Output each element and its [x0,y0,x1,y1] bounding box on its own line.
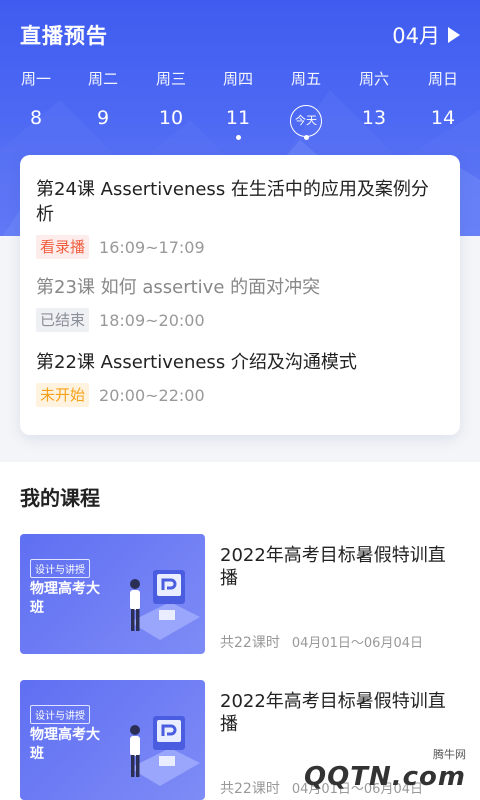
course-title: 2022年高考目标暑假特训直播 [220,691,446,735]
course-hours: 共22课时 [220,781,280,797]
month-label: 04月 [392,24,440,48]
day-thu[interactable]: 周四 11 [213,68,263,140]
lesson-title: 第22课 Assertiveness 介绍及沟通模式 [36,352,357,373]
course-title: 2022年高考目标暑假特训直播 [220,545,446,589]
watermark: 腾牛网 QQTN.com [304,746,466,792]
teacher-illustration-icon [130,570,200,640]
day-fri-today[interactable]: 周五 今天 [281,68,331,140]
lesson-item[interactable]: 第23课 如何 assertive 的面对冲突 已结束 18:09~20:00 [36,275,446,332]
day-number: 11 [225,107,251,129]
watermark-line2: QQTN.com [304,762,466,792]
has-live-dot [235,135,241,140]
course-dates: 04月01日～06月04日 [291,636,423,651]
replay-badge[interactable]: 看录播 [36,235,90,259]
weekday-label: 周六 [358,70,389,88]
watermark-line1: 腾牛网 [433,748,466,761]
weekday-label: 周日 [427,70,458,88]
course-tag: 设计与讲授 [30,705,90,724]
upcoming-badge: 未开始 [36,383,90,407]
lesson-time: 16:09~17:09 [99,237,205,257]
lesson-title: 第23课 如何 assertive 的面对冲突 [36,277,321,298]
weekday-label: 周三 [155,70,186,88]
course-thumbnail: 设计与讲授 物理高考大班 [20,680,205,800]
weekday-label: 周五 [290,70,321,88]
weekday-label: 周一 [20,70,51,88]
today-marker: 今天 [290,105,322,137]
month-selector[interactable]: 04月 [392,20,460,50]
my-courses-section: 我的课程 设计与讲授 物理高考大班 2022年高考目标暑假特训直播 共22课时 0… [0,462,480,800]
day-tue[interactable]: 周二 9 [78,68,128,133]
day-number: 10 [158,107,184,129]
course-hours: 共22课时 [220,635,280,651]
page-title: 直播预告 [20,24,108,48]
course-thumbnail: 设计与讲授 物理高考大班 [20,534,205,654]
day-sun[interactable]: 周日 14 [418,68,468,133]
lesson-item[interactable]: 第24课 Assertiveness 在生活中的应用及案例分析 看录播 16:0… [36,177,446,259]
day-number: 9 [96,107,110,129]
lesson-time: 18:09~20:00 [99,310,205,330]
lesson-time: 20:00~22:00 [99,385,205,405]
lesson-schedule-card: 第24课 Assertiveness 在生活中的应用及案例分析 看录播 16:0… [20,155,460,435]
day-number: 14 [430,107,456,129]
course-tag: 设计与讲授 [30,559,90,578]
day-number: 13 [361,107,387,129]
course-meta: 共22课时 04月01日～06月04日 [220,632,423,652]
day-sat[interactable]: 周六 13 [349,68,399,133]
section-title: 我的课程 [20,486,100,510]
lesson-title: 第24课 Assertiveness 在生活中的应用及案例分析 [36,179,429,225]
course-subject: 物理高考大班 [30,727,100,762]
ended-badge: 已结束 [36,308,90,332]
day-mon[interactable]: 周一 8 [11,68,61,133]
play-arrow-icon [448,27,460,43]
course-subject: 物理高考大班 [30,581,100,616]
day-number: 8 [29,107,43,129]
weekday-label: 周四 [222,70,253,88]
course-card[interactable]: 设计与讲授 物理高考大班 2022年高考目标暑假特训直播 共22课时 04月01日… [20,534,460,654]
teacher-illustration-icon [130,716,200,786]
day-wed[interactable]: 周三 10 [146,68,196,133]
weekday-label: 周二 [87,70,118,88]
lesson-item[interactable]: 第22课 Assertiveness 介绍及沟通模式 未开始 20:00~22:… [36,350,446,407]
